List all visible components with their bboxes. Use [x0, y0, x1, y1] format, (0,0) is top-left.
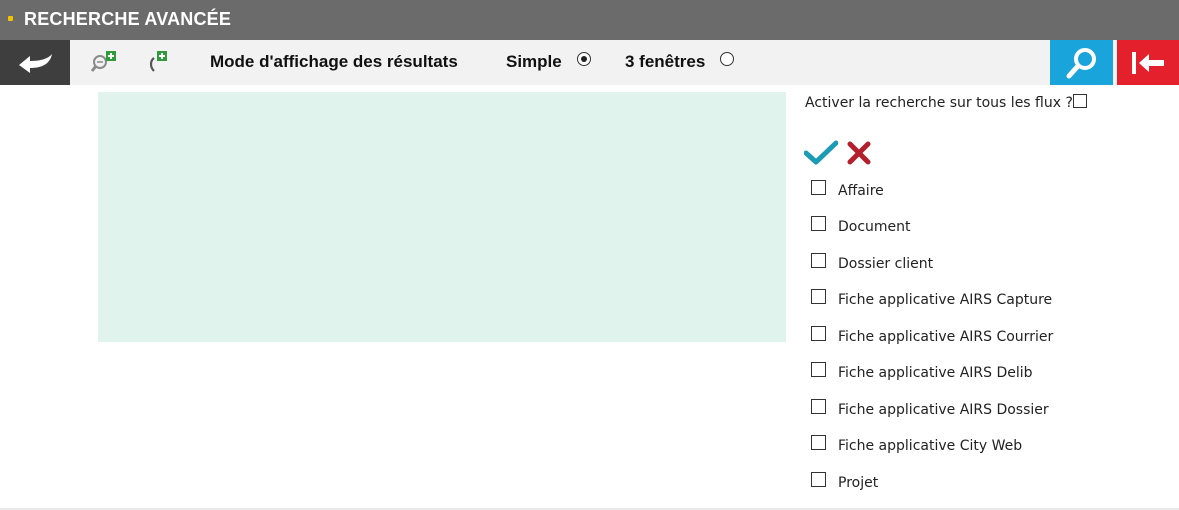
flux-checkbox[interactable]: [811, 326, 826, 341]
add-search-criteria-button[interactable]: [90, 50, 118, 78]
toolbar: Mode d'affichage des résultats Simple 3 …: [0, 40, 1179, 85]
mode-3-windows-radio[interactable]: [720, 52, 734, 66]
all-flux-checkbox[interactable]: [1073, 94, 1087, 108]
deselect-all-button[interactable]: [846, 140, 872, 170]
flux-checkbox[interactable]: [811, 253, 826, 268]
mode-3-windows-label: 3 fenêtres: [625, 52, 706, 71]
parenthesis-add-icon: [149, 51, 167, 72]
flux-label: Fiche applicative AIRS Courrier: [838, 329, 1054, 345]
flux-checkbox[interactable]: [811, 362, 826, 377]
flux-checkbox[interactable]: [811, 289, 826, 304]
flux-label: Affaire: [838, 183, 884, 199]
flux-label: Fiche applicative AIRS Delib: [838, 365, 1033, 381]
display-mode-label: Mode d'affichage des résultats: [210, 52, 458, 71]
title-bar: RECHERCHE AVANCÉE: [0, 0, 1179, 40]
flux-label: Dossier client: [838, 256, 934, 272]
exit-arrow-icon: [1132, 51, 1164, 74]
exit-button[interactable]: [1117, 40, 1179, 85]
back-arrow-icon: [19, 53, 52, 73]
flux-label: Fiche applicative AIRS Dossier: [838, 402, 1049, 418]
checkmark-icon: [803, 140, 839, 165]
add-parenthesis-button[interactable]: [146, 50, 172, 78]
page-title: RECHERCHE AVANCÉE: [24, 9, 232, 29]
zoom-add-icon: [90, 51, 116, 72]
flux-checkbox[interactable]: [811, 399, 826, 414]
title-bullet-icon: [8, 16, 13, 21]
flux-checkbox[interactable]: [811, 180, 826, 195]
flux-checkbox[interactable]: [811, 216, 826, 231]
mode-simple-radio[interactable]: [577, 52, 591, 66]
mode-simple-label: Simple: [506, 52, 562, 71]
flux-checkbox[interactable]: [811, 472, 826, 487]
flux-checkbox[interactable]: [811, 435, 826, 450]
flux-label: Projet: [838, 475, 879, 491]
results-area: [98, 92, 786, 342]
flux-label: Fiche applicative AIRS Capture: [838, 292, 1053, 308]
flux-label: Fiche applicative City Web: [838, 438, 1023, 454]
back-button[interactable]: [0, 40, 70, 85]
cross-icon: [847, 141, 871, 165]
search-button[interactable]: [1050, 40, 1113, 85]
all-flux-label: Activer la recherche sur tous les flux ?: [805, 95, 1073, 111]
select-all-button[interactable]: [803, 140, 839, 170]
flux-label: Document: [838, 219, 911, 235]
magnifier-icon: [1066, 47, 1096, 78]
